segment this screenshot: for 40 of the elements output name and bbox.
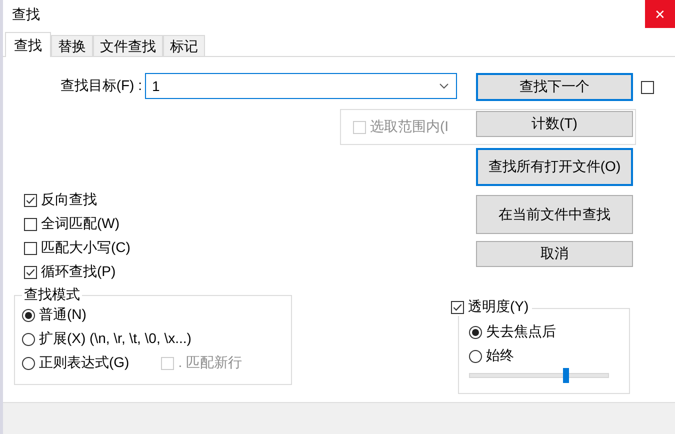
checkbox[interactable]: [641, 81, 654, 94]
dialog-button[interactable]: 取消: [476, 241, 633, 267]
find-label: 查找目标(F) :: [59, 77, 143, 95]
radio-label: 始终: [486, 347, 514, 365]
radio-label: 普通(N): [39, 306, 86, 324]
dialog-button[interactable]: 计数(T): [476, 111, 633, 137]
tab[interactable]: 标记: [163, 35, 205, 56]
radio-button[interactable]: [22, 308, 35, 322]
chevron-down-icon[interactable]: [439, 83, 449, 89]
checkbox[interactable]: [24, 194, 37, 206]
checkbox-label: 反向查找: [41, 191, 97, 209]
radio-label: 扩展(X) (\n, \r, \t, \0, \x...): [39, 330, 192, 348]
checkbox-label: 匹配大小写(C): [41, 239, 130, 257]
radio-button[interactable]: [22, 356, 35, 370]
slider-thumb[interactable]: [562, 368, 569, 383]
checkbox[interactable]: [24, 218, 37, 230]
dialog-button[interactable]: 查找所有打开文件(O): [476, 148, 633, 186]
close-button[interactable]: ✕: [645, 0, 675, 28]
checkbox-label: 透明度(Y): [468, 298, 529, 316]
radio-button[interactable]: [469, 350, 482, 362]
dialog-button[interactable]: 在当前文件中查找: [476, 195, 633, 234]
checkbox-label: . 匹配新行: [178, 354, 242, 372]
tab[interactable]: 查找: [5, 32, 51, 57]
checkbox-label: 选取范围内(I: [370, 118, 449, 136]
checkbox[interactable]: [24, 242, 37, 254]
checkbox-label: 循环查找(P): [41, 263, 116, 281]
checkbox-label: 全词匹配(W): [41, 215, 120, 233]
tab[interactable]: 替换: [51, 35, 93, 56]
radio-label: 正则表达式(G): [39, 354, 130, 372]
radio-label: 失去焦点后: [486, 323, 556, 341]
checkbox[interactable]: [451, 300, 464, 314]
radio-button[interactable]: [22, 332, 35, 346]
transparency-slider[interactable]: [469, 368, 609, 383]
group-title: 查找模式: [22, 286, 82, 304]
checkbox[interactable]: [24, 266, 37, 278]
radio-button[interactable]: [469, 326, 482, 338]
dialog-button[interactable]: 查找下一个: [476, 73, 633, 101]
find-field[interactable]: 1: [145, 73, 457, 99]
window-title: 查找: [11, 6, 40, 24]
tab[interactable]: 文件查找: [93, 35, 163, 56]
